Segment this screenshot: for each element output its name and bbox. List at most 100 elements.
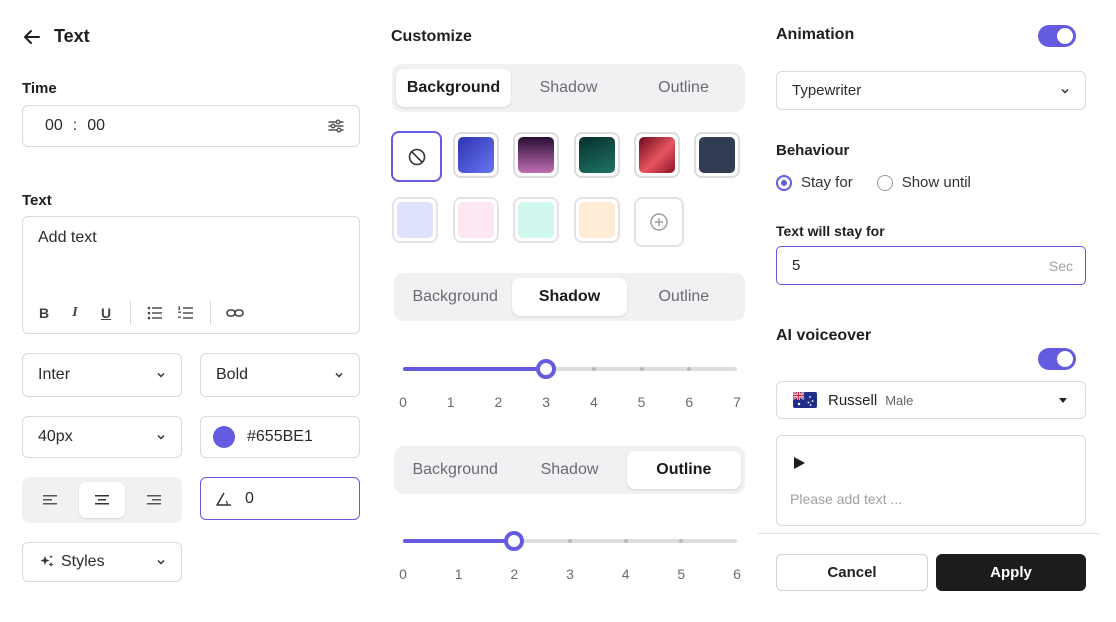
swatch-pink[interactable] [453,197,499,243]
outline-slider[interactable]: 0 1 2 3 4 5 6 [399,531,741,582]
time-separator: : [72,117,78,134]
font-family-value: Inter [38,366,71,383]
swatch-lavender[interactable] [392,197,438,243]
numbered-list-icon[interactable] [175,305,197,321]
voiceover-text-box[interactable]: Please add text ... [776,435,1086,526]
rotation-input[interactable]: 0 [200,477,360,520]
underline-button[interactable]: U [95,305,117,321]
swatch-red-gradient[interactable] [634,132,680,178]
voiceover-title: AI voiceover [776,327,872,344]
styles-select[interactable]: Styles [22,542,182,582]
time-hours[interactable]: 00 [45,117,63,135]
text-placeholder[interactable]: Add text [38,229,97,247]
tab-background[interactable]: Background [398,451,512,489]
font-weight-select[interactable]: Bold [200,353,360,397]
color-hex-value[interactable]: #655BE1 [247,428,313,446]
apply-button[interactable]: Apply [936,554,1086,591]
align-left-icon [43,495,57,505]
tab-outline[interactable]: Outline [627,278,741,316]
shadow-slider-tick-label: 5 [637,394,646,410]
animation-type-value: Typewriter [792,82,862,99]
outline-slider-tick-label: 0 [399,566,407,582]
tab-shadow[interactable]: Shadow [512,278,627,316]
swatch-blue-gradient[interactable] [453,132,499,178]
rotation-value[interactable]: 0 [245,490,254,508]
outline-slider-tick-label: 6 [733,566,741,582]
shadow-tabs: Background Shadow Outline [394,273,745,321]
chevron-down-icon [157,559,165,565]
alignment-group [22,477,182,523]
color-swatch[interactable] [213,426,235,448]
swatch-purple-gradient[interactable] [513,132,559,178]
align-center-icon [95,495,109,505]
no-fill-icon [408,148,425,165]
animation-toggle[interactable] [1038,25,1076,47]
stay-duration-label: Text will stay for [776,223,885,239]
plus-circle-icon [650,213,668,231]
chevron-down-icon [157,434,165,440]
chevron-down-icon [1061,88,1069,94]
tab-background[interactable]: Background [398,278,512,316]
voice-name: Russell [828,391,878,409]
outline-slider-tick-dot [623,539,628,543]
tab-shadow[interactable]: Shadow [511,69,626,107]
outline-slider-tick-label: 5 [677,566,686,582]
swatch-mint[interactable] [513,197,559,243]
back-button[interactable]: Text [22,26,90,47]
tab-outline[interactable]: Outline [626,451,741,489]
shadow-slider-tick-label: 7 [733,394,741,410]
align-right-icon [147,495,161,505]
voice-select[interactable]: Russell Male [776,381,1086,419]
align-center-button[interactable] [79,482,125,518]
animation-type-select[interactable]: Typewriter [776,71,1086,110]
voiceover-text-placeholder[interactable]: Please add text ... [790,491,902,507]
arrow-left-icon [24,29,40,44]
stay-duration-value[interactable]: 5 [792,257,800,274]
tab-background[interactable]: Background [396,69,511,107]
link-icon[interactable] [224,305,246,321]
bullet-list-icon[interactable] [144,305,166,321]
time-minutes[interactable]: 00 [87,117,105,135]
italic-button[interactable]: I [64,305,86,321]
stay-duration-input[interactable]: 5 Sec [776,246,1086,285]
styles-label: Styles [61,553,105,570]
swatch-peach[interactable] [574,197,620,243]
panel-title: Text [54,26,90,46]
shadow-slider-handle[interactable] [536,359,557,379]
radio-stay-for[interactable] [776,174,792,191]
shadow-slider-tick-label: 0 [399,394,407,410]
shadow-slider-tick-label: 1 [446,394,455,410]
shadow-slider-tick-dot [639,367,644,371]
time-input[interactable]: 00 : 00 [22,105,360,147]
swatch-teal-gradient[interactable] [574,132,620,178]
toolbar-divider [210,301,211,325]
align-right-button[interactable] [132,482,176,518]
swatch-add[interactable] [634,197,684,247]
outline-slider-tick-label: 2 [510,566,519,582]
radio-show-until-label[interactable]: Show until [902,174,971,191]
text-label: Text [22,192,52,209]
font-size-select[interactable]: 40px [22,416,182,458]
bold-button[interactable]: B [33,305,55,321]
font-family-select[interactable]: Inter [22,353,182,397]
angle-icon [216,492,231,506]
behaviour-title: Behaviour [776,142,850,159]
outline-slider-handle[interactable] [504,531,525,551]
tab-shadow[interactable]: Shadow [512,451,626,489]
swatch-none[interactable] [391,131,442,182]
align-left-button[interactable] [28,482,72,518]
sliders-icon[interactable] [327,117,345,135]
shadow-slider[interactable]: 0 1 2 3 4 5 6 7 [399,359,741,410]
radio-stay-for-label[interactable]: Stay for [801,174,853,191]
play-icon[interactable] [792,456,806,470]
stay-duration-unit: Sec [1048,257,1073,274]
toolbar-divider [130,301,131,325]
tab-outline[interactable]: Outline [626,69,741,107]
text-color-input[interactable]: #655BE1 [200,416,360,458]
background-tabs: Background Shadow Outline [392,64,745,112]
text-editor[interactable]: Add text B I U [22,216,360,334]
radio-show-until[interactable] [876,174,893,191]
cancel-button[interactable]: Cancel [776,554,928,591]
swatch-slate[interactable] [694,132,740,178]
voiceover-toggle[interactable] [1038,348,1076,370]
